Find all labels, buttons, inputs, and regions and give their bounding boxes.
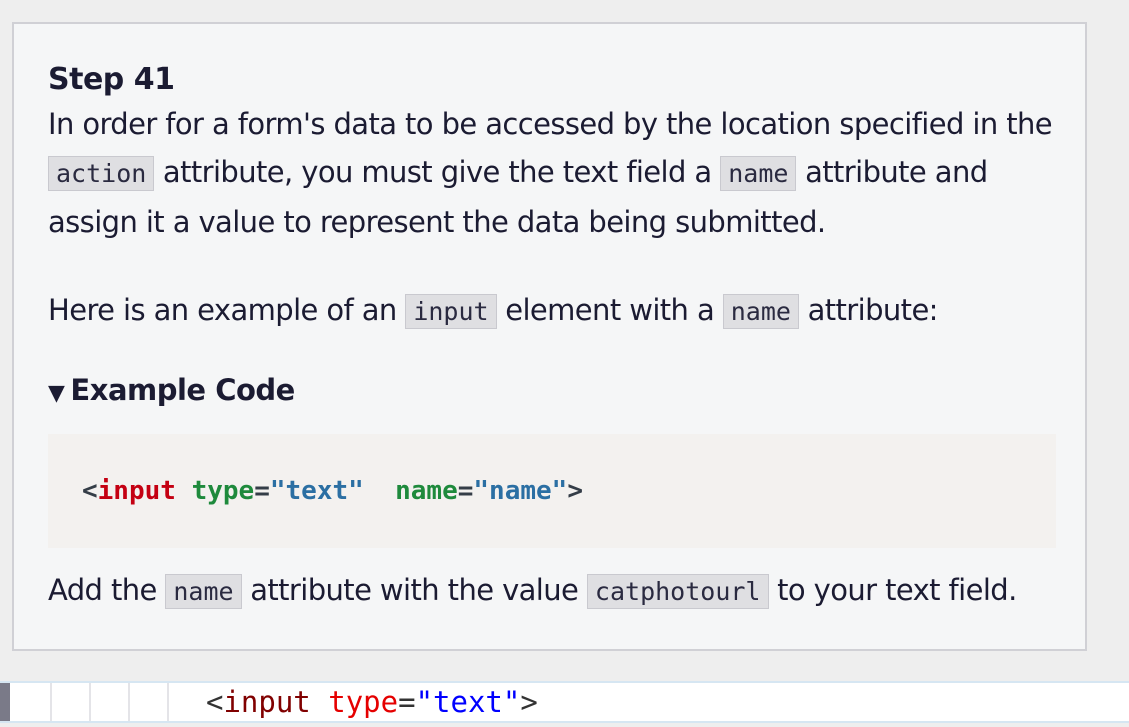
- text-segment: to your text field.: [768, 573, 1017, 607]
- indent-guide: [167, 683, 169, 721]
- text-segment: In order for a form's data to be accesse…: [48, 107, 1053, 141]
- example-code-label: Example Code: [70, 373, 295, 407]
- code-attr-value: "name": [473, 476, 568, 506]
- code-attr-value: "text": [269, 476, 364, 506]
- inline-code-name: name: [722, 294, 799, 329]
- instructions-panel: Step 41 In order for a form's data to be…: [12, 22, 1087, 651]
- editor-bracket: >: [520, 685, 538, 719]
- inline-code-action: action: [48, 156, 155, 191]
- example-code-block: <input type="text" name="name">: [48, 434, 1056, 548]
- text-segment: Here is an example of an: [48, 293, 406, 327]
- inline-code-catphotourl: catphotourl: [586, 574, 769, 609]
- example-code-toggle[interactable]: ▼ Example Code: [48, 370, 1068, 414]
- inline-code-name: name: [720, 156, 797, 191]
- instructions-content: Step 41 In order for a form's data to be…: [48, 60, 1068, 616]
- code-attr-name: name: [395, 476, 458, 506]
- instruction-paragraph-1: In order for a form's data to be accesse…: [48, 100, 1068, 246]
- text-segment: attribute:: [798, 293, 939, 327]
- text-segment: attribute, you must give the text field …: [154, 155, 721, 189]
- indent-guide: [50, 683, 52, 721]
- code-equals: =: [457, 476, 474, 506]
- editor-gutter-marker: [0, 683, 10, 721]
- indent-guide: [128, 683, 130, 721]
- editor-attr-value: "text": [415, 685, 521, 719]
- inline-code-input: input: [405, 294, 497, 329]
- code-bracket: <: [82, 476, 98, 506]
- editor-tag-name: input: [223, 685, 311, 719]
- text-segment: attribute with the value: [241, 573, 587, 607]
- text-segment: Add the: [48, 573, 166, 607]
- instruction-paragraph-2: Here is an example of an input element w…: [48, 286, 1068, 336]
- editor-bracket: <: [206, 685, 224, 719]
- step-title: Step 41: [48, 62, 175, 97]
- editor-code-text[interactable]: <input type="text">: [206, 683, 538, 721]
- triangle-down-icon: ▼: [48, 381, 65, 406]
- code-attr-name: type: [191, 476, 255, 506]
- code-bracket: >: [567, 476, 583, 506]
- code-tag-name: input: [97, 476, 176, 506]
- editor-attr-name: type: [328, 685, 399, 719]
- code-equals: =: [254, 476, 270, 506]
- indent-guide: [89, 683, 91, 721]
- editor-equals: =: [398, 685, 416, 719]
- instruction-paragraph-3: Add the name attribute with the value ca…: [48, 566, 1068, 616]
- code-editor-line[interactable]: <input type="text">: [0, 681, 1129, 723]
- inline-code-name: name: [165, 574, 242, 609]
- text-segment: element with a: [496, 293, 723, 327]
